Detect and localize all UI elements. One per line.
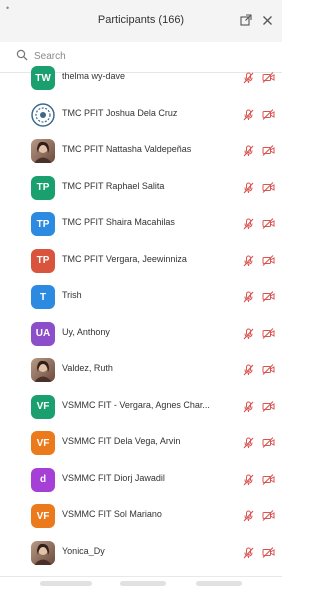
mic-muted-icon[interactable] (243, 401, 254, 413)
participant-name: VSMMC FIT Sol Mariano (62, 509, 162, 519)
photo-avatar-icon (31, 358, 55, 382)
search-icon (16, 49, 28, 61)
participant-row[interactable]: TP TMC PFIT Shaira Macahilas (0, 206, 282, 242)
participant-row[interactable]: Yonica_Dy (0, 535, 282, 571)
participant-row[interactable]: TMC PFIT Nattasha Valdepeñas (0, 133, 282, 169)
avatar: VF (31, 394, 55, 419)
avatar: VF (31, 504, 55, 528)
participant-name: TMC PFIT Nattasha Valdepeñas (62, 144, 192, 154)
mic-muted-icon[interactable] (243, 182, 254, 194)
video-off-icon[interactable] (262, 218, 275, 229)
participant-row[interactable]: UA Uy, Anthony (0, 316, 282, 352)
footer-button-1[interactable] (40, 581, 92, 586)
video-off-icon[interactable] (262, 181, 275, 193)
participant-row[interactable]: T Trish (0, 279, 282, 315)
footer-button-2[interactable] (120, 581, 166, 586)
photo-avatar-icon (31, 540, 55, 565)
close-button[interactable] (259, 12, 275, 28)
participant-name: Yonica_Dy (62, 545, 105, 556)
mic-muted-icon[interactable] (243, 328, 254, 340)
participant-name: Trish (62, 290, 82, 300)
participants-list[interactable]: TW thelma wy-dave TMC PFIT Joshua Dela C… (0, 64, 282, 576)
avatar: UA (31, 321, 55, 346)
participant-row[interactable]: TW thelma wy-dave (0, 64, 282, 96)
avatar: TW (31, 66, 55, 90)
participant-name: Uy, Anthony (62, 326, 110, 337)
avatar: T (31, 285, 55, 309)
mic-muted-icon[interactable] (243, 364, 254, 376)
mic-muted-icon[interactable] (243, 218, 254, 230)
participant-name: TMC PFIT Shaira Macahilas (62, 217, 175, 227)
search-input[interactable] (34, 48, 264, 64)
video-off-icon[interactable] (262, 400, 275, 412)
avatar: d (31, 467, 55, 492)
logo-badge-icon (31, 102, 55, 127)
photo-avatar-icon (31, 139, 55, 163)
video-off-icon[interactable] (262, 145, 275, 156)
participant-row[interactable]: VF VSMMC FIT - Vergara, Agnes Char... (0, 389, 282, 425)
pop-out-button[interactable] (238, 12, 254, 28)
video-off-icon[interactable] (262, 72, 275, 83)
participant-row[interactable]: d VSMMC FIT Diorj Jawadil (0, 462, 282, 498)
participant-row[interactable]: VF VSMMC FIT Dela Vega, Arvin (0, 425, 282, 461)
video-off-icon[interactable] (262, 510, 275, 521)
avatar: TP (31, 175, 55, 200)
mic-muted-icon[interactable] (243, 474, 254, 486)
participant-name: VSMMC FIT - Vergara, Agnes Char... (62, 399, 210, 410)
mic-muted-icon[interactable] (243, 437, 254, 449)
participant-name: TMC PFIT Joshua Dela Cruz (62, 107, 178, 118)
participant-row[interactable]: Valdez, Ruth (0, 352, 282, 388)
participant-name: TMC PFIT Vergara, Jeewinniza (62, 253, 187, 264)
participant-row[interactable]: TP TMC PFIT Vergara, Jeewinniza (0, 243, 282, 279)
participant-name: TMC PFIT Raphael Salita (62, 180, 165, 191)
avatar: VF (31, 431, 55, 455)
participant-row[interactable]: TMC PFIT Joshua Dela Cruz (0, 97, 282, 133)
window-grip-icon: • (6, 3, 10, 13)
mic-muted-icon[interactable] (243, 291, 254, 303)
participant-name: VSMMC FIT Dela Vega, Arvin (62, 436, 181, 446)
participant-name: VSMMC FIT Diorj Jawadil (62, 472, 165, 483)
footer-button-3[interactable] (196, 581, 242, 586)
mic-muted-icon[interactable] (243, 145, 254, 157)
participant-row[interactable]: VF VSMMC FIT Sol Mariano (0, 498, 282, 534)
close-icon (262, 15, 272, 25)
mic-muted-icon[interactable] (243, 109, 254, 121)
participant-name: Valdez, Ruth (62, 363, 113, 373)
avatar: TP (31, 212, 55, 236)
pop-out-icon (240, 14, 252, 26)
video-off-icon[interactable] (262, 291, 275, 302)
video-off-icon[interactable] (262, 437, 275, 448)
participants-footer (0, 576, 282, 592)
video-off-icon[interactable] (262, 473, 275, 485)
video-off-icon[interactable] (262, 364, 275, 375)
mic-muted-icon[interactable] (243, 510, 254, 522)
avatar: TP (31, 248, 55, 273)
mic-muted-icon[interactable] (243, 255, 254, 267)
mic-muted-icon[interactable] (243, 547, 254, 559)
participants-header: • Participants (166) (0, 0, 282, 43)
video-off-icon[interactable] (262, 546, 275, 558)
participant-name: thelma wy-dave (62, 71, 126, 81)
mic-muted-icon[interactable] (243, 72, 254, 84)
video-off-icon[interactable] (262, 108, 275, 120)
video-off-icon[interactable] (262, 254, 275, 266)
video-off-icon[interactable] (262, 327, 275, 339)
participant-row[interactable]: TP TMC PFIT Raphael Salita (0, 170, 282, 206)
